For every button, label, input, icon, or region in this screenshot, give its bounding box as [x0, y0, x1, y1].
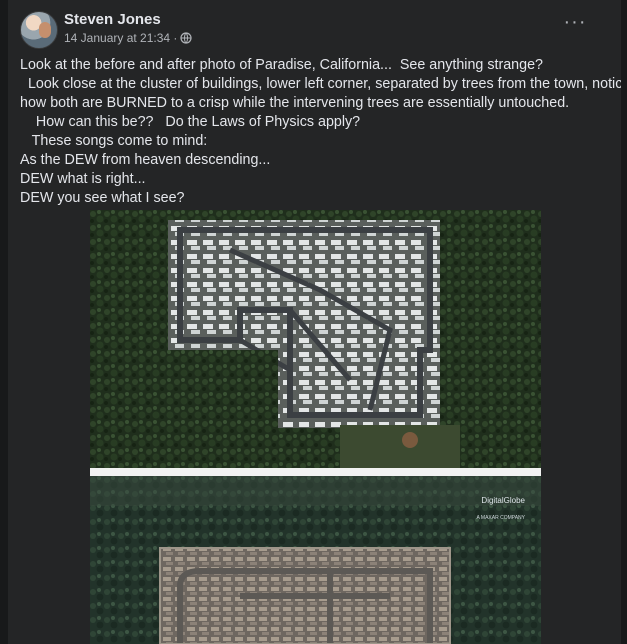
more-options-icon[interactable]: ··· [560, 11, 590, 41]
post-text: Look at the before and after photo of Pa… [20, 56, 621, 208]
post-meta: 14 January at 21:34 · [64, 31, 193, 45]
avatar[interactable] [20, 11, 58, 49]
post-text-line: As the DEW from heaven descending... [20, 152, 271, 168]
watermark-subtitle: A MAXAR COMPANY [476, 515, 525, 521]
post-text-line: DEW what is right... [20, 171, 146, 187]
watermark: DigitalGlobe A MAXAR COMPANY [476, 496, 525, 521]
post-text-line: These songs come to mind: [20, 133, 208, 149]
post-text-line: how both are BURNED to a crisp while the… [20, 95, 570, 111]
post-image[interactable]: DigitalGlobe A MAXAR COMPANY [90, 210, 541, 644]
post-text-line: Look close at the cluster of buildings, … [20, 76, 621, 92]
before-satellite-photo [90, 210, 541, 468]
globe-icon [180, 32, 193, 44]
watermark-brand: DigitalGlobe [481, 496, 525, 505]
author-name[interactable]: Steven Jones [64, 11, 161, 28]
post-text-line: DEW you see what I see? [20, 190, 185, 206]
post-card: Steven Jones 14 January at 21:34 · ··· L… [8, 0, 621, 644]
post-text-line: Look at the before and after photo of Pa… [20, 57, 543, 73]
after-satellite-photo [90, 476, 541, 644]
image-divider [90, 468, 541, 476]
post-timestamp[interactable]: 14 January at 21:34 · [64, 31, 177, 45]
post-header: Steven Jones 14 January at 21:34 · ··· [20, 9, 600, 49]
post-text-line: How can this be?? Do the Laws of Physics… [20, 114, 361, 130]
